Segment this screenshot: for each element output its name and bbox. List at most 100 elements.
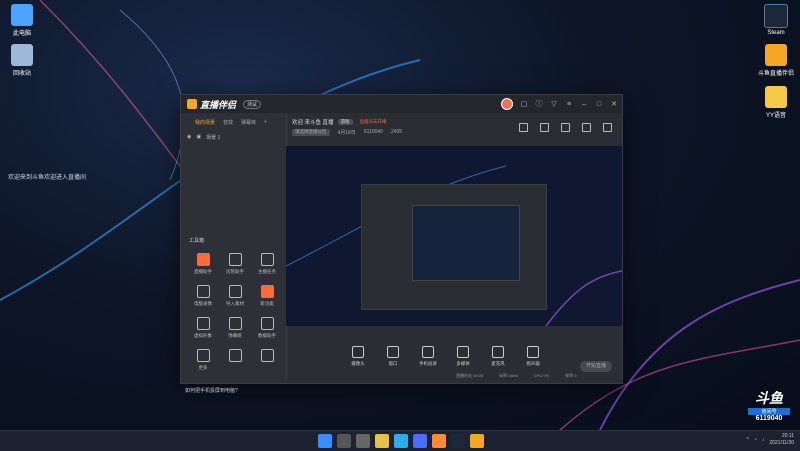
window-titlebar[interactable]: 直播伴侣 测试 ▢ ⓘ ▽ ≡ – □ ✕ (181, 95, 622, 113)
minimize-icon[interactable]: – (580, 101, 588, 108)
category-select[interactable]: 请选择直播分区 (292, 129, 330, 136)
share-icon[interactable] (603, 123, 612, 132)
tool-item[interactable]: 更多 (187, 349, 219, 371)
edge-icon[interactable] (394, 434, 408, 448)
nested-preview-window (361, 184, 547, 310)
window-icon (387, 346, 399, 358)
taskbar: ^ ◔ ♪ 20:11 2021/11/30 (0, 430, 800, 451)
tool-item[interactable]: 弹幕姬 (219, 317, 251, 339)
tool-icon (228, 285, 242, 298)
recycle-bin-icon (11, 44, 33, 66)
microphone-button[interactable]: 麦克风 (484, 346, 512, 376)
scene-row[interactable]: ◉ ▣ 场景 1 (181, 126, 286, 141)
media-button[interactable]: 多媒体 (449, 346, 477, 376)
game-icon[interactable] (432, 434, 446, 448)
tool-item[interactable]: 主播任务 (251, 253, 283, 275)
skin-icon[interactable]: ▽ (550, 100, 558, 108)
tool-item[interactable]: 直播助手 (187, 253, 219, 275)
start-icon[interactable] (318, 434, 332, 448)
scene-label: 场景 1 (206, 135, 221, 141)
lock-icon[interactable]: ▣ (196, 134, 201, 141)
status-bar: 直播时长 00:00 码率 0kb/s CPU 0% 帧率 0 (456, 373, 577, 378)
tool-icon (228, 253, 242, 266)
avatar[interactable] (501, 98, 513, 110)
message-icon[interactable]: ▢ (520, 100, 528, 108)
tool-icon (228, 349, 242, 362)
tool-icon (196, 317, 210, 330)
douyu-room-badge: 斗鱼 房间号 6119040 (748, 388, 790, 422)
speaker-button[interactable]: 扬声器 (519, 346, 547, 376)
phone-cast-button[interactable]: 手机投屏 (414, 346, 442, 376)
computer-icon (11, 4, 33, 26)
desktop-icon-computer[interactable]: 此电脑 (0, 4, 44, 37)
speaker-icon (527, 346, 539, 358)
steam-taskbar-icon[interactable] (451, 434, 465, 448)
tab-sound[interactable]: 音效 (223, 119, 233, 126)
start-live-button[interactable]: 开始直播 (580, 361, 612, 372)
gift-icon[interactable] (519, 123, 528, 132)
toolbox-grid: 直播助手 房管助手 主播任务 电脑录像 导入素材 新功能 虚拟形象 弹幕姬 数据… (187, 253, 283, 371)
tool-icon (196, 253, 210, 266)
steam-icon (764, 4, 788, 28)
desktop: 此电脑 回收站 Steam 斗鱼直播伴侣 YY语音 欢迎来到斗鱼欢迎进入直播间 … (0, 0, 800, 430)
tool-item[interactable]: 房管助手 (219, 253, 251, 275)
tool-icon (260, 349, 274, 362)
clock[interactable]: 20:11 2021/11/30 (769, 433, 794, 447)
search-icon[interactable] (337, 434, 351, 448)
tab-danmaku[interactable]: 弹幕库 (241, 119, 256, 126)
room-number: 6119040 (363, 129, 383, 135)
tool-item[interactable]: 虚拟形象 (187, 317, 219, 339)
tool-item[interactable]: 导入素材 (219, 285, 251, 307)
douyu-taskbar-icon[interactable] (470, 434, 484, 448)
notice-link[interactable]: 如何把手机投屏到电脑? (185, 387, 238, 394)
desktop-icon-douyu[interactable]: 斗鱼直播伴侣 (754, 44, 798, 77)
meta-date: 4月18日 (337, 130, 356, 136)
heat-count: 2405 (390, 129, 403, 135)
tool-item[interactable]: 电脑录像 (187, 285, 219, 307)
desktop-icon-yy[interactable]: YY语音 (754, 86, 798, 119)
tool-item[interactable]: 新功能 (251, 285, 283, 307)
tool-icon (196, 285, 210, 298)
live-assistant-window[interactable]: 直播伴侣 测试 ▢ ⓘ ▽ ≡ – □ ✕ 我的场景 音效 弹幕库 + ◉ ▣ … (180, 94, 623, 394)
desktop-icon-steam[interactable]: Steam (754, 4, 798, 36)
box-icon[interactable] (561, 123, 570, 132)
room-status: 直播间未开播 (359, 119, 387, 124)
maximize-icon[interactable]: □ (595, 101, 603, 108)
taskview-icon[interactable] (356, 434, 370, 448)
room-tag[interactable]: 游戏 (337, 119, 353, 125)
tool-item[interactable] (219, 349, 251, 371)
bell-icon[interactable] (582, 123, 591, 132)
desktop-icon-recycle-bin[interactable]: 回收站 (0, 44, 44, 77)
tray-chevron-icon[interactable]: ^ (746, 437, 748, 443)
toolbox-heading: 工具箱 (189, 238, 205, 244)
volume-icon[interactable]: ♪ (762, 437, 765, 443)
tool-item[interactable]: 数据助手 (251, 317, 283, 339)
close-icon[interactable]: ✕ (610, 100, 618, 108)
room-title[interactable]: 欢迎 来斗鱼 直播 (292, 118, 334, 126)
left-panel: 我的场景 音效 弹幕库 + ◉ ▣ 场景 1 工具箱 直播助手 房管助手 主播任… (181, 113, 287, 394)
tool-icon (260, 317, 274, 330)
yy-icon (765, 86, 787, 108)
tool-icon (260, 253, 274, 266)
tab-scenes[interactable]: 我的场景 (195, 119, 215, 126)
tool-icon (228, 317, 242, 330)
tool-icon (260, 285, 274, 298)
menu-icon[interactable]: ≡ (565, 101, 573, 108)
info-icon[interactable]: ⓘ (535, 99, 543, 109)
eye-icon[interactable]: ◉ (187, 134, 191, 141)
stream-preview[interactable] (286, 146, 622, 326)
window-capture-button[interactable]: 窗口 (379, 346, 407, 376)
source-toolbar: 摄像头 窗口 手机投屏 多媒体 麦克风 扬声器 (286, 346, 680, 376)
douyu-icon (765, 44, 787, 66)
store-icon[interactable] (413, 434, 427, 448)
tool-icon (196, 349, 210, 362)
welcome-text: 欢迎来到斗鱼欢迎进入直播间 (8, 175, 87, 181)
save-icon[interactable] (540, 123, 549, 132)
tool-item[interactable] (251, 349, 283, 371)
version-badge: 测试 (243, 99, 262, 109)
explorer-icon[interactable] (375, 434, 389, 448)
add-tab-icon[interactable]: + (264, 119, 267, 126)
camera-button[interactable]: 摄像头 (344, 346, 372, 376)
network-icon[interactable]: ◔ (754, 437, 757, 443)
camera-icon (352, 346, 364, 358)
